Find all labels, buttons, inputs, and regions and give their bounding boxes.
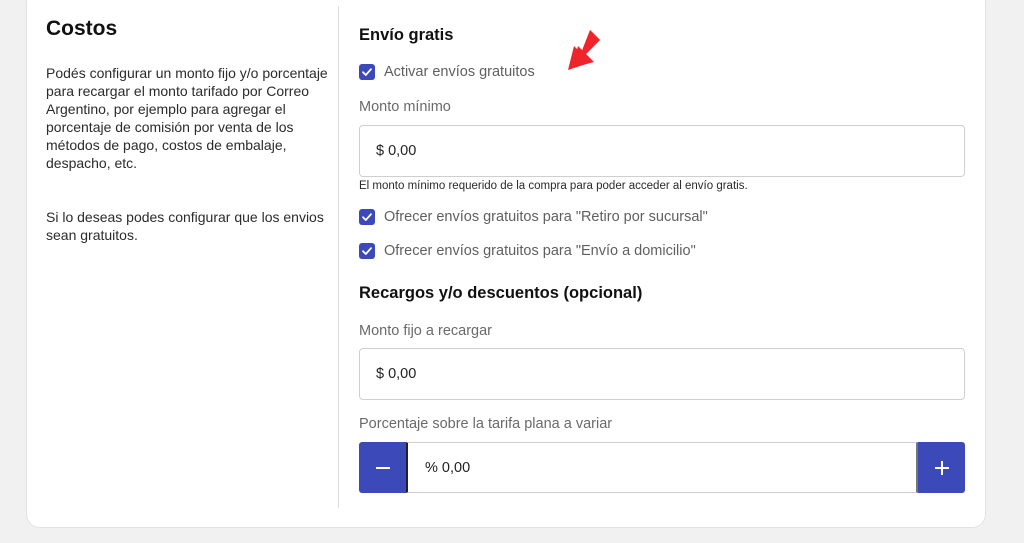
costos-free-shipping-note: Si lo deseas podes configurar que los en… [46,209,324,243]
activar-envios-label: Activar envíos gratuitos [384,64,535,80]
monto-fijo-input[interactable] [359,348,965,400]
porcentaje-label: Porcentaje sobre la tarifa plana a varia… [359,416,613,432]
porcentaje-input[interactable] [406,442,918,493]
envio-gratis-title: Envío gratis [359,26,454,44]
porcentaje-stepper[interactable] [359,442,965,493]
check-icon[interactable] [359,209,375,225]
monto-minimo-hint: El monto mínimo requerido de la compra p… [359,180,748,192]
decrement-button[interactable] [359,442,406,493]
plus-icon [934,460,949,475]
envio-domicilio-checkbox-row[interactable]: Ofrecer envíos gratuitos para "Envío a d… [359,243,696,259]
envio-domicilio-label: Ofrecer envíos gratuitos para "Envío a d… [384,243,696,259]
activar-envios-checkbox-row[interactable]: Activar envíos gratuitos [359,64,535,80]
check-icon[interactable] [359,243,375,259]
check-icon[interactable] [359,64,375,80]
recargos-title: Recargos y/o descuentos (opcional) [359,284,643,302]
column-divider [338,6,339,508]
increment-button[interactable] [918,442,965,493]
costos-title: Costos [46,17,118,40]
monto-minimo-input[interactable] [359,125,965,177]
monto-minimo-label: Monto mínimo [359,99,451,115]
minus-icon [375,466,390,469]
costos-description: Podés configurar un monto fijo y/o porce… [46,65,328,171]
retiro-sucursal-checkbox-row[interactable]: Ofrecer envíos gratuitos para "Retiro po… [359,209,708,225]
retiro-sucursal-label: Ofrecer envíos gratuitos para "Retiro po… [384,209,708,225]
red-arrow-icon [568,30,600,70]
monto-fijo-label: Monto fijo a recargar [359,323,492,339]
